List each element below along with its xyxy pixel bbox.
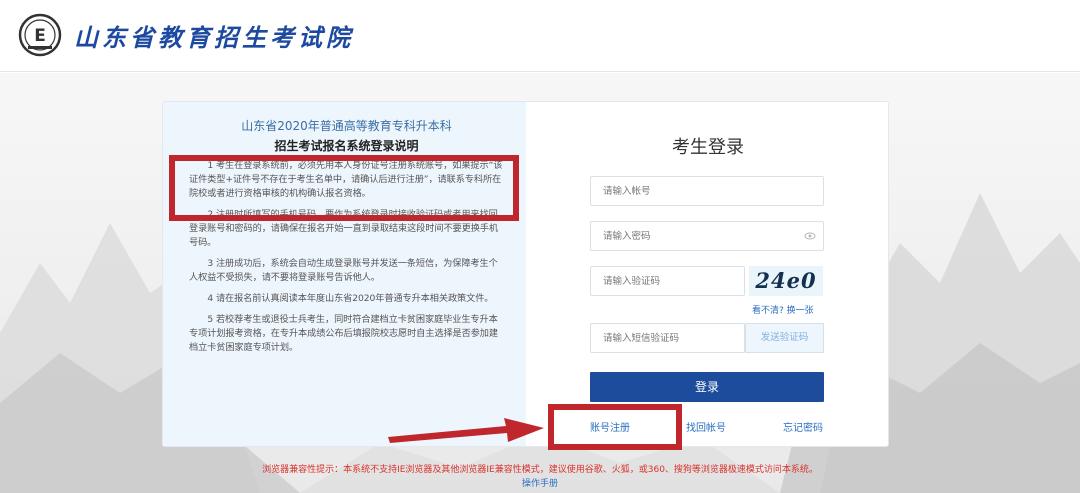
login-instructions: 山东省2020年普通高等教育专科升本科 招生考试报名系统登录说明 1 考生在登录…: [163, 102, 526, 446]
notice-paragraph-5: 5 若校荐考生或退役士兵考生，同时符合建档立卡贫困家庭毕业生专升本专项计划报考资…: [189, 314, 498, 353]
register-link[interactable]: 账号注册: [590, 419, 630, 434]
logo-letter: E: [34, 26, 46, 46]
arrow-right-icon: [388, 418, 544, 443]
notice-paragraph-3: 3 注册成功后，系统会自动生成登录账号并发送一条短信，为保障考生个人权益不受损失…: [189, 258, 498, 283]
account-input[interactable]: [590, 176, 824, 206]
notice-paragraph-2: 2 注册时所填写的手机号码，要作为系统登录时接收验证码或者用来找回登录账号和密码…: [189, 209, 498, 248]
send-sms-code-button[interactable]: 发送验证码: [745, 323, 824, 353]
sms-code-input[interactable]: [590, 323, 745, 353]
login-title: 考生登录: [672, 137, 744, 158]
forgot-password-link[interactable]: 忘记密码: [783, 419, 823, 434]
find-account-link[interactable]: 找回帐号: [686, 419, 726, 434]
captcha-image[interactable]: 24e0: [749, 266, 823, 296]
eye-icon[interactable]: [804, 230, 816, 242]
manual-link[interactable]: 操作手册: [0, 476, 1080, 489]
password-input[interactable]: [590, 221, 824, 251]
notice-title-line1: 山东省2020年普通高等教育专科升本科: [241, 119, 452, 133]
login-button[interactable]: 登录: [590, 372, 824, 402]
notice-title-line2: 招生考试报名系统登录说明: [274, 139, 419, 153]
site-header: E 山东省教育招生考试院: [0, 0, 1080, 72]
captcha-input[interactable]: [590, 266, 745, 296]
captcha-refresh-link[interactable]: 看不清? 换一张: [752, 303, 814, 316]
exam-emblem-icon: E: [18, 13, 62, 57]
notice-paragraph-1: 1 考生在登录系统前，必须先用本人身份证号注册系统账号，如果提示“该证件类型+证…: [189, 160, 503, 199]
browser-compat-notice: 浏览器兼容性提示：本系统不支持IE浏览器及其他浏览器IE兼容性模式，建议使用谷歌…: [262, 465, 818, 475]
site-title: 山东省教育招生考试院: [74, 23, 354, 52]
notice-paragraph-4: 4 请在报名前认真阅读本年度山东省2020年普通专升本相关政策文件。: [207, 293, 494, 304]
